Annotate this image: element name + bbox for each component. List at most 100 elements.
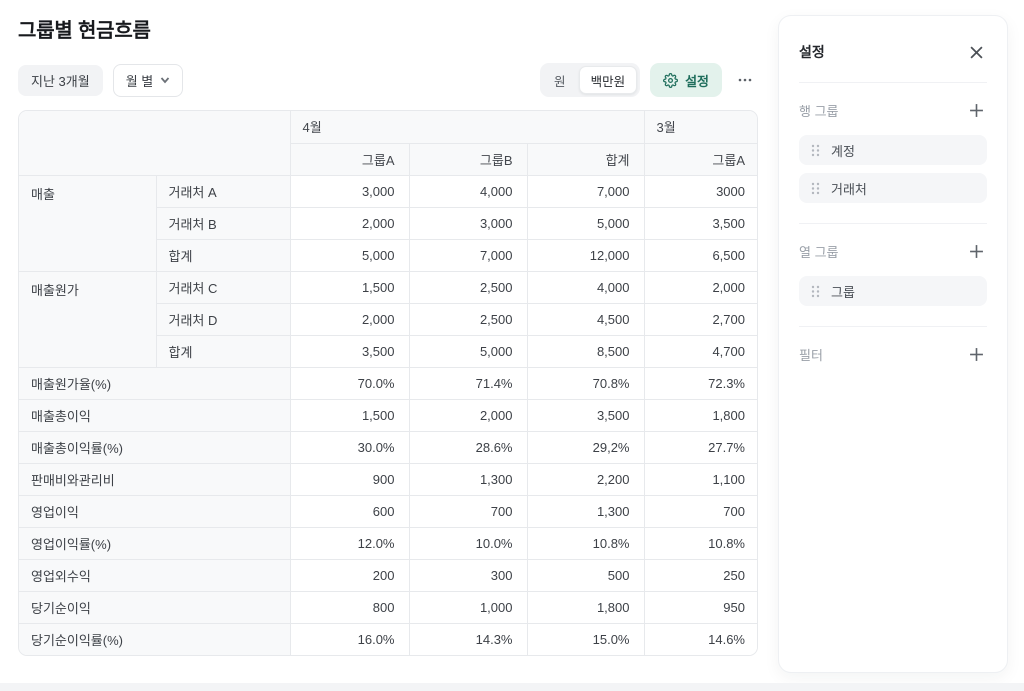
value-cell: 12,000 [527, 239, 644, 271]
close-panel-button[interactable] [965, 41, 987, 63]
row-label-cell: 당기순이익 [19, 591, 290, 623]
group-field-label: 거래처 [831, 179, 867, 198]
row-label-cell: 합계 [156, 239, 290, 271]
value-cell: 70.0% [290, 367, 409, 399]
value-cell: 800 [290, 591, 409, 623]
table-row: 당기순이익8001,0001,800950 [19, 591, 758, 623]
row-label-cell: 영업이익 [19, 495, 290, 527]
value-cell: 1,100 [644, 463, 758, 495]
row-group-cell: 매출원가 [19, 271, 156, 367]
value-cell: 2,700 [644, 303, 758, 335]
value-cell: 1,800 [644, 399, 758, 431]
column-group-items: 그룹 [799, 276, 987, 306]
value-cell: 30.0% [290, 431, 409, 463]
value-cell: 71.4% [409, 367, 527, 399]
filter-section-head: 필터 [799, 342, 987, 366]
value-cell: 5,000 [290, 239, 409, 271]
plus-icon [969, 347, 984, 362]
table-row: 당기순이익률(%)16.0%14.3%15.0%14.6% [19, 623, 758, 655]
column-header: 그룹B [409, 143, 527, 175]
row-label-cell: 거래처 A [156, 175, 290, 207]
unit-toggle: 원 백만원 [540, 63, 640, 97]
drag-handle-icon [811, 144, 820, 157]
add-row-group-button[interactable] [965, 99, 987, 121]
value-cell: 4,000 [527, 271, 644, 303]
value-cell: 900 [290, 463, 409, 495]
column-group-header: 4월 [290, 111, 644, 143]
unit-option-won[interactable]: 원 [543, 66, 577, 94]
value-cell: 10.0% [409, 527, 527, 559]
period-filter-button[interactable]: 지난 3개월 [18, 65, 103, 96]
plus-icon [969, 244, 984, 259]
value-cell: 29,2% [527, 431, 644, 463]
row-group-label: 행 그룹 [799, 101, 839, 120]
value-cell: 2,000 [290, 207, 409, 239]
value-cell: 3,000 [409, 207, 527, 239]
row-label-cell: 매출총이익 [19, 399, 290, 431]
value-cell: 5,000 [527, 207, 644, 239]
cashflow-table-container: 4월3월그룹A그룹B합계그룹A 매출거래처 A3,0004,0007,00030… [18, 110, 758, 656]
value-cell: 72.3% [644, 367, 758, 399]
table-row: 영업외수익200300500250 [19, 559, 758, 591]
page-bottom-edge [0, 683, 1024, 691]
add-column-group-button[interactable] [965, 240, 987, 262]
toolbar-right: 원 백만원 설정 [540, 63, 758, 97]
toolbar: 지난 3개월 월 별 원 백만원 설정 [18, 63, 758, 97]
value-cell: 700 [409, 495, 527, 527]
group-field-label: 그룹 [831, 282, 855, 301]
value-cell: 2,000 [644, 271, 758, 303]
row-group-cell: 매출 [19, 175, 156, 271]
row-label-cell: 매출총이익률(%) [19, 431, 290, 463]
table-header: 4월3월그룹A그룹B합계그룹A [19, 111, 758, 175]
value-cell: 1,000 [409, 591, 527, 623]
table-row: 매출거래처 A3,0004,0007,0003000 [19, 175, 758, 207]
column-header: 합계 [527, 143, 644, 175]
gear-icon [663, 73, 678, 88]
column-header: 그룹A [644, 143, 758, 175]
table-row: 매출총이익률(%)30.0%28.6%29,2%27.7% [19, 431, 758, 463]
value-cell: 2,500 [409, 271, 527, 303]
granularity-dropdown-button[interactable]: 월 별 [113, 64, 184, 97]
value-cell: 14.6% [644, 623, 758, 655]
table-row: 영업이익률(%)12.0%10.0%10.8%10.8% [19, 527, 758, 559]
row-label-cell: 당기순이익률(%) [19, 623, 290, 655]
table-row: 매출원가거래처 C1,5002,5004,0002,000 [19, 271, 758, 303]
row-label-cell: 거래처 B [156, 207, 290, 239]
app-window: 그룹별 현금흐름 지난 3개월 월 별 원 백만원 설정 [0, 0, 1024, 691]
value-cell: 4,000 [409, 175, 527, 207]
value-cell: 7,000 [527, 175, 644, 207]
unit-option-million-won[interactable]: 백만원 [579, 66, 638, 94]
value-cell: 15.0% [527, 623, 644, 655]
drag-handle-icon [811, 285, 820, 298]
value-cell: 16.0% [290, 623, 409, 655]
row-label-cell: 영업이익률(%) [19, 527, 290, 559]
cashflow-table: 4월3월그룹A그룹B합계그룹A 매출거래처 A3,0004,0007,00030… [19, 111, 758, 655]
table-row: 영업이익6007001,300700 [19, 495, 758, 527]
value-cell: 70.8% [527, 367, 644, 399]
value-cell: 28.6% [409, 431, 527, 463]
chevron-down-icon [160, 75, 170, 85]
group-field-item[interactable]: 계정 [799, 135, 987, 165]
value-cell: 12.0% [290, 527, 409, 559]
row-label-cell: 매출원가율(%) [19, 367, 290, 399]
row-group-section: 행 그룹 계정거래처 [799, 83, 987, 223]
column-group-section: 열 그룹 그룹 [799, 224, 987, 326]
value-cell: 250 [644, 559, 758, 591]
drag-handle-icon [811, 182, 820, 195]
value-cell: 700 [644, 495, 758, 527]
row-label-cell: 거래처 C [156, 271, 290, 303]
add-filter-button[interactable] [965, 343, 987, 365]
more-options-button[interactable] [732, 67, 758, 93]
row-label-cell: 거래처 D [156, 303, 290, 335]
value-cell: 1,500 [290, 271, 409, 303]
settings-panel-title: 설정 [799, 42, 825, 62]
plus-icon [969, 103, 984, 118]
column-header: 그룹A [290, 143, 409, 175]
settings-button[interactable]: 설정 [650, 63, 722, 97]
settings-button-label: 설정 [685, 71, 709, 90]
group-field-item[interactable]: 그룹 [799, 276, 987, 306]
value-cell: 3,000 [290, 175, 409, 207]
value-cell: 10.8% [527, 527, 644, 559]
group-field-item[interactable]: 거래처 [799, 173, 987, 203]
table-row: 매출총이익1,5002,0003,5001,800 [19, 399, 758, 431]
